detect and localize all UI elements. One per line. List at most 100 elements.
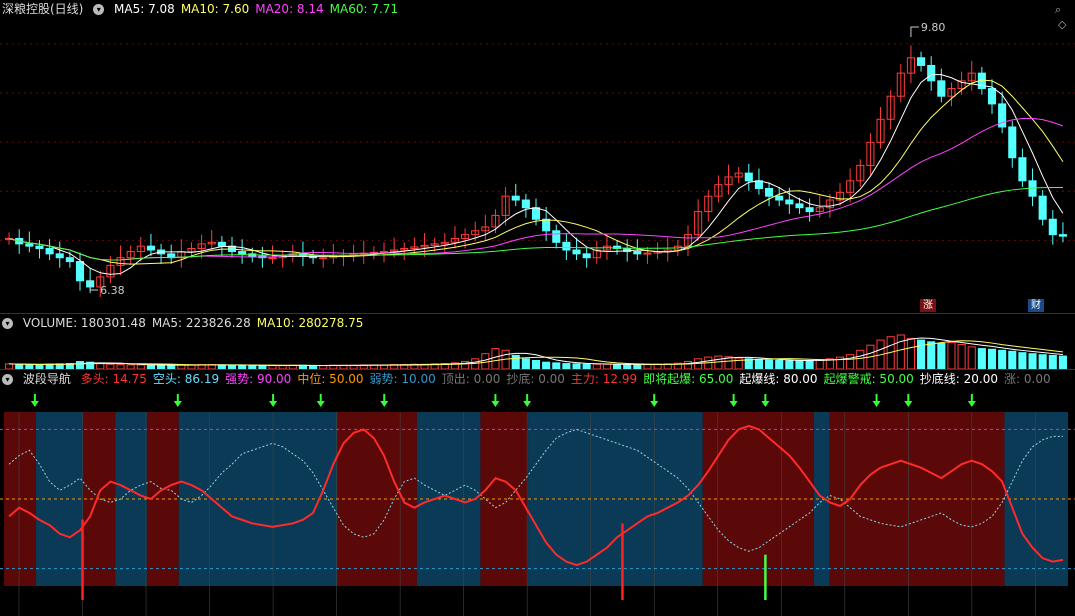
candle-body — [75, 261, 85, 282]
volume-legend-item-1: MA5: 223826.28 — [151, 316, 251, 330]
candle-body — [238, 251, 247, 255]
candle-body — [319, 257, 328, 260]
volume-bar — [977, 348, 986, 370]
badge-cai[interactable]: 财 — [1028, 299, 1044, 312]
indicator-panel[interactable]: ▾ 波段导航 多头: 14.75 空头: 86.19 强势: 90.00 中位: 50… — [0, 369, 1075, 616]
indicator-header: ▾ 波段导航 多头: 14.75 空头: 86.19 强势: 90.00 中位: 50… — [0, 370, 1063, 388]
volume-bar — [896, 334, 905, 370]
indicator-legend-item-12: 涨: 0.00 — [1004, 372, 1051, 386]
indicator-chart[interactable] — [0, 370, 1075, 616]
badge-zhang[interactable]: 涨 — [920, 299, 936, 312]
indicator-legend-item-8: 即将起爆: 65.00 — [643, 372, 734, 386]
candle-body — [521, 199, 530, 209]
collapse-icon[interactable]: ▾ — [2, 374, 13, 385]
buy-arrow-icon — [173, 401, 182, 407]
buy-arrow-icon — [30, 401, 39, 407]
candle-body — [775, 195, 784, 201]
indicator-legend-item-10: 起爆警戒: 50.00 — [823, 372, 914, 386]
indicator-legend-item-9: 起爆线: 80.00 — [739, 372, 818, 386]
candle-body — [633, 251, 642, 255]
volume-bar — [906, 337, 915, 370]
candle-body — [927, 64, 936, 82]
buy-arrow-icon — [380, 401, 389, 407]
volume-bar — [947, 341, 956, 370]
candle-body — [217, 241, 226, 247]
volume-bar — [805, 360, 814, 370]
volume-bar — [542, 361, 551, 370]
volume-bar — [856, 349, 865, 370]
candle-body — [1058, 234, 1067, 237]
candle-body — [785, 199, 794, 205]
buy-arrow-icon — [650, 401, 659, 407]
indicator-legend-item-2: 强势: 90.00 — [225, 372, 292, 386]
candle-body — [552, 230, 561, 243]
candle-body — [795, 203, 804, 209]
ma-legend-item-0: MA5: 7.08 — [114, 2, 175, 16]
low-label: 6.38 — [100, 284, 125, 297]
volume-bar — [1028, 353, 1037, 370]
volume-bar — [957, 344, 966, 370]
buy-arrow-icon — [269, 401, 278, 407]
volume-bar — [531, 360, 541, 370]
buy-arrow-icon — [761, 401, 770, 407]
volume-bar — [683, 361, 693, 370]
indicator-legend-item-1: 空头: 86.19 — [152, 372, 220, 386]
candle-body — [754, 180, 763, 189]
candle-body — [1018, 157, 1027, 182]
volume-bar — [775, 360, 784, 370]
candle-body — [45, 247, 54, 255]
indicator-legend-item-11: 抄底线: 20.00 — [919, 372, 999, 386]
candle-body — [582, 253, 591, 259]
volume-bar — [785, 360, 794, 370]
buy-arrow-icon — [904, 401, 913, 407]
price-panel[interactable]: 深粮控股(日线) ▾ MA5: 7.08 MA10: 7.60 MA20: 8.14… — [0, 0, 1075, 313]
ma-legend: MA5: 7.08 MA10: 7.60 MA20: 8.14 MA60: 7.71 — [114, 2, 404, 16]
candle-body — [805, 207, 814, 213]
volume-bar — [1008, 350, 1017, 370]
buy-arrow-icon — [316, 401, 325, 407]
indicator-legend-item-6: 抄底: 0.00 — [506, 372, 565, 386]
buy-arrow-icon — [872, 401, 881, 407]
ma-legend-item-1: MA10: 7.60 — [180, 2, 250, 16]
candle-body — [917, 57, 926, 66]
expand-icon[interactable]: ◇ — [1058, 18, 1066, 31]
indicator-legend: 多头: 14.75 空头: 86.19 强势: 90.00 中位: 50.00 弱势: … — [81, 372, 1057, 386]
candle-body — [35, 245, 44, 249]
high-label: 9.80 — [921, 21, 946, 34]
indicator-legend-item-5: 顶出: 0.00 — [441, 372, 501, 386]
volume-legend: VOLUME: 180301.48 MA5: 223826.28 MA10: 280… — [23, 316, 370, 330]
candle-body — [268, 257, 277, 260]
search-icon[interactable]: ⌕ — [1055, 3, 1061, 17]
indicator-legend-item-7: 主力: 12.99 — [570, 372, 638, 386]
buy-arrow-icon — [729, 401, 738, 407]
candle-body — [562, 241, 571, 251]
volume-bar — [1048, 354, 1057, 370]
indicator-title: 波段导航 — [22, 372, 71, 386]
volume-panel[interactable]: ▾ VOLUME: 180301.48 MA5: 223826.28 MA10: 2… — [0, 313, 1075, 370]
stock-title: 深粮控股(日线) — [2, 2, 84, 16]
candle-body — [531, 207, 541, 220]
candle-body — [511, 195, 520, 201]
candle-body — [1038, 195, 1047, 220]
candle-body — [643, 252, 652, 255]
candle-body — [146, 245, 155, 251]
candle-body — [1048, 218, 1057, 236]
volume-bar — [75, 361, 85, 370]
volume-bar — [1018, 352, 1027, 370]
candle-body — [25, 243, 34, 247]
volume-bar — [1058, 355, 1067, 370]
candle-body — [744, 172, 753, 182]
volume-bar — [998, 349, 1007, 370]
candle-body — [379, 251, 389, 254]
buy-arrow-icon — [967, 401, 976, 407]
candle-body — [765, 187, 774, 197]
volume-bar — [937, 343, 946, 370]
candlestick-chart[interactable]: 9.80 6.38 — [0, 0, 1075, 313]
volume-bar — [795, 360, 804, 370]
volume-bar — [846, 354, 855, 370]
candle-body — [987, 88, 997, 105]
volume-bar — [927, 341, 936, 370]
collapse-icon[interactable]: ▾ — [93, 4, 105, 15]
collapse-icon[interactable]: ▾ — [2, 318, 13, 329]
ma20-line — [8, 117, 1064, 261]
